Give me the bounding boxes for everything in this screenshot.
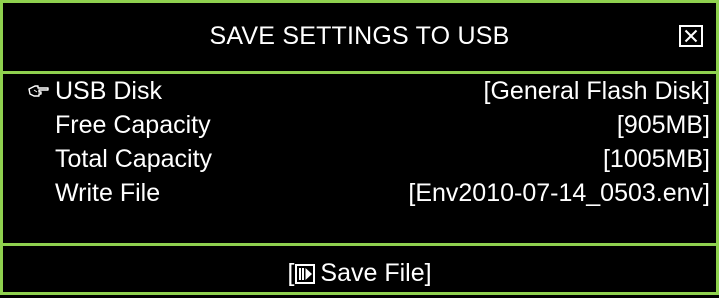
close-button[interactable] <box>679 25 703 47</box>
play-icon <box>295 264 316 284</box>
write-file-value: [Env2010-07-14_0503.env] <box>408 179 710 207</box>
dialog-titlebar: SAVE SETTINGS TO USB <box>3 3 716 74</box>
dialog-title: SAVE SETTINGS TO USB <box>209 22 510 50</box>
total-capacity-label: Total Capacity <box>55 145 213 173</box>
dialog-footer: [ Save File] <box>3 243 716 298</box>
usb-disk-value: [General Flash Disk] <box>483 77 710 105</box>
write-file-label: Write File <box>55 179 161 207</box>
total-capacity-value: [1005MB] <box>602 145 710 173</box>
pointing-hand-icon <box>28 85 49 97</box>
row-total-capacity: Total Capacity [1005MB] <box>3 142 716 176</box>
save-settings-dialog: SAVE SETTINGS TO USB USB Disk [General F… <box>0 0 719 295</box>
row-write-file[interactable]: Write File [Env2010-07-14_0503.env] <box>3 176 716 210</box>
row-usb-disk[interactable]: USB Disk [General Flash Disk] <box>3 74 716 108</box>
close-icon <box>684 29 698 43</box>
free-capacity-label: Free Capacity <box>55 111 211 139</box>
save-file-label: Save File] <box>320 259 432 287</box>
usb-disk-label: USB Disk <box>55 77 162 105</box>
free-capacity-value: [905MB] <box>616 111 710 139</box>
row-free-capacity: Free Capacity [905MB] <box>3 108 716 142</box>
save-file-button[interactable]: [ Save File] <box>3 258 716 288</box>
bracket-open: [ <box>287 259 295 287</box>
